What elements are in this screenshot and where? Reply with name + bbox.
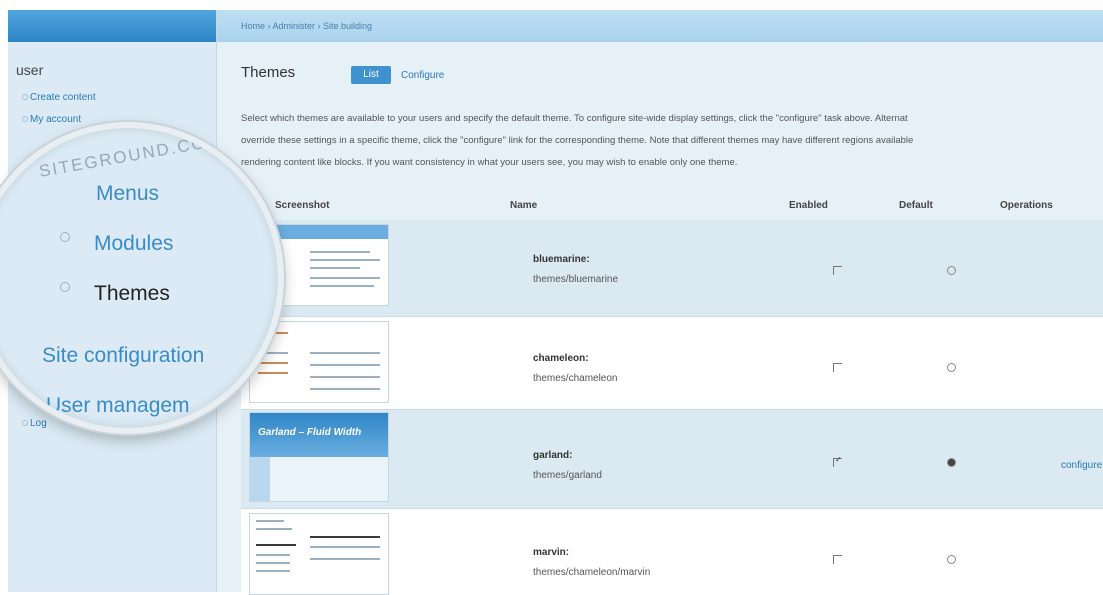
bullet-icon [22,420,28,426]
bullet-icon [22,116,28,122]
theme-path: themes/bluemarine [533,274,619,285]
tab-configure[interactable]: Configure [401,70,444,81]
default-radio[interactable] [947,363,956,372]
table-row: bluemarine: themes/bluemarine [241,220,1103,316]
theme-name: bluemarine: [533,254,590,265]
table-row: Garland – Fluid Width garland: themes/ga… [241,410,1103,508]
lens-item-modules[interactable]: Modules [94,232,173,256]
top-strip [0,0,1103,10]
theme-name: garland: [533,450,573,461]
default-radio[interactable] [947,266,956,275]
table-row: chameleon: themes/chameleon [241,317,1103,409]
theme-screenshot: Garland – Fluid Width [249,412,389,502]
breadcrumb[interactable]: Home › Administer › Site building [241,21,372,31]
sidebar-header [8,10,216,42]
bullet-icon [60,232,70,242]
breadcrumb-bar: Home › Administer › Site building [217,10,1103,42]
enabled-checkbox[interactable] [833,363,842,372]
theme-path: themes/chameleon [533,373,618,384]
description-line: rendering content like blocks. If you wa… [241,157,738,168]
enabled-checkbox-checked[interactable]: ✓ [833,455,842,467]
lens-item-themes[interactable]: Themes [94,282,170,306]
theme-path: themes/chameleon/marvin [533,567,651,578]
bullet-icon [22,94,28,100]
watermark: SITEGROUND.COM [37,130,224,181]
column-header-screenshot: Screenshot [275,200,330,211]
description-line: Select which themes are available to you… [241,113,908,124]
column-header-default: Default [899,200,933,211]
main-content: Home › Administer › Site building Themes… [217,10,1103,595]
column-header-name: Name [510,200,538,211]
sidebar-link-my-account[interactable]: My account [30,114,81,125]
tab-list[interactable]: List [351,66,391,84]
enabled-checkbox[interactable] [833,555,842,564]
theme-name: marvin: [533,547,570,558]
page-title: Themes [241,64,296,81]
description-line: override these settings in a specific th… [241,135,914,146]
enabled-checkbox[interactable] [833,266,842,275]
default-radio[interactable] [947,555,956,564]
sidebar-title: user [16,62,44,78]
theme-path: themes/garland [533,470,602,481]
sidebar-link-create-content[interactable]: Create content [30,92,96,103]
bullet-icon [60,282,70,292]
sidebar-link-log[interactable]: Log [30,418,47,429]
default-radio-selected[interactable] [947,458,956,467]
garland-banner-text: Garland – Fluid Width [258,427,362,438]
page-description: Select which themes are available to you… [241,108,1103,174]
column-header-enabled: Enabled [789,200,828,211]
table-row: marvin: themes/chameleon/marvin [241,509,1103,595]
lens-item-menus[interactable]: Menus [96,182,159,206]
lens-item-site-configuration[interactable]: Site configuration [42,344,204,368]
lens-item-user-management[interactable]: User managem [46,394,190,418]
configure-link[interactable]: configure [1061,460,1102,471]
column-header-operations: Operations [1000,200,1053,211]
theme-name: chameleon: [533,353,589,364]
theme-screenshot [249,513,389,595]
